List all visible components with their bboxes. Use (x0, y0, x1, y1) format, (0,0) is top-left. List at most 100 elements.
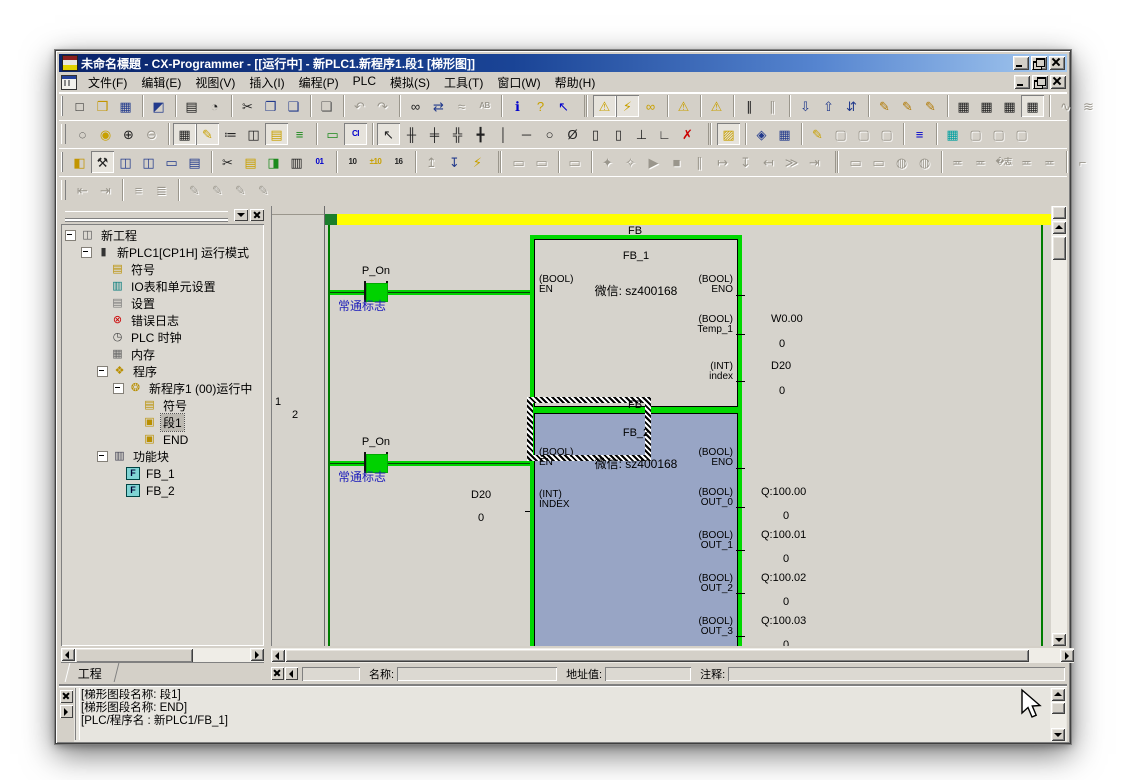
tree-collapse-icon[interactable] (81, 247, 92, 258)
name-field[interactable] (397, 667, 557, 681)
print-preview-icon[interactable]: ◔ (203, 95, 226, 117)
rung2-contact-label[interactable]: P_On (341, 436, 411, 448)
cross-reference-icon[interactable]: ◫ (137, 151, 160, 173)
io-monitor-icon[interactable]: ▦ (941, 123, 964, 145)
vscroll-split-box[interactable] (1052, 206, 1066, 219)
tree-item-section-1[interactable]: ▣段1 (61, 414, 264, 431)
tab-project[interactable]: 工程 (65, 663, 120, 682)
tree-item-memory[interactable]: ▦内存 (61, 346, 264, 363)
io-table-window-icon[interactable]: ◨ (262, 151, 285, 173)
find-icon[interactable]: ∞ (404, 95, 427, 117)
online-edit-begin-icon[interactable]: ✎ (873, 95, 896, 117)
show-grid-icon[interactable]: ▦ (173, 123, 196, 145)
plc-clock-monitor-icon[interactable]: ▨ (717, 123, 740, 145)
transfer-options-icon[interactable]: ⚠ (705, 95, 728, 117)
vertical-line-icon[interactable]: │ (492, 123, 515, 145)
fb2-output-operand[interactable]: Q:100.01 (761, 529, 806, 541)
fb2-instance-name[interactable]: FB_2 (535, 427, 737, 439)
memory-window-icon[interactable]: ▥ (285, 151, 308, 173)
fb1-block[interactable]: FB_1微信: sz400168(BOOL)EN(BOOL)ENO(BOOL)T… (534, 239, 738, 407)
monitor-hex-icon[interactable]: 16 (387, 151, 410, 173)
compile-icon[interactable]: ◩ (147, 95, 170, 117)
fb2-out-port[interactable]: OUT_2 (701, 584, 733, 594)
mdi-restore-button[interactable] (1032, 75, 1048, 89)
toolbar-grip[interactable] (61, 96, 63, 116)
new-icon[interactable]: □ (68, 95, 91, 117)
copy-icon[interactable]: ❐ (259, 95, 282, 117)
fb2-input-operand[interactable]: D20 (471, 489, 491, 501)
tree-item-programs[interactable]: ❖程序 (61, 363, 264, 380)
scroll-right-icon[interactable] (1060, 649, 1074, 662)
local-symbol-table-icon[interactable]: ▤ (239, 151, 262, 173)
fb1-out-port[interactable]: index (709, 372, 733, 382)
data-trace-icon[interactable]: ◈ (750, 123, 773, 145)
zoom-custom-icon[interactable]: ◉ (94, 123, 117, 145)
scroll-down-icon[interactable] (1052, 633, 1066, 646)
address-field[interactable] (605, 667, 691, 681)
tree-item-program-1[interactable]: ❂新程序1 (00)运行中 (61, 380, 264, 397)
new-note-icon[interactable]: ✎ (806, 123, 829, 145)
show-project-workspace-icon[interactable]: ◧ (68, 151, 91, 173)
tree-collapse-icon[interactable] (65, 230, 76, 241)
workspace-menu-button[interactable] (234, 209, 248, 221)
watch-window-4-icon[interactable]: ▦ (1021, 95, 1044, 117)
tree-item-project[interactable]: ◫新工程 (61, 227, 264, 244)
symbol-tree-window-icon[interactable]: ≡ (908, 123, 931, 145)
compare-with-plc-icon[interactable]: ⇵ (840, 95, 863, 117)
ladder-canvas[interactable]: P_On 常通标志 FB_1微信: sz400168(BOOL)EN(BOOL)… (271, 206, 1060, 646)
tree-collapse-icon[interactable] (113, 383, 124, 394)
fb2-input-port[interactable]: INDEX (539, 500, 570, 510)
paste-special-icon[interactable]: ❏ (315, 95, 338, 117)
print-icon[interactable]: ▤ (180, 95, 203, 117)
menu-item[interactable]: 编辑(E) (134, 72, 188, 93)
scroll-up-icon[interactable] (1052, 221, 1066, 234)
show-symbol-bar-icon[interactable]: ▭ (321, 123, 344, 145)
transfer-with-warning-icon[interactable]: ⚠ (672, 95, 695, 117)
cut-icon[interactable]: ✂ (236, 95, 259, 117)
contact-or-no-icon[interactable]: ╬ (446, 123, 469, 145)
tree-item-plc[interactable]: ▮新PLC1[CP1H] 运行模式 (61, 244, 264, 261)
fb2-out-port[interactable]: OUT_0 (701, 498, 733, 508)
zoom-in-icon[interactable]: ⊕ (117, 123, 140, 145)
work-online-icon[interactable]: ⚠ (593, 95, 616, 117)
menu-item[interactable]: 文件(F) (81, 72, 134, 93)
tree-item-fb-2[interactable]: FFB_2 (61, 482, 264, 499)
tree-item-section-end[interactable]: ▣END (61, 431, 264, 448)
address-reference-tool-icon[interactable]: ▭ (160, 151, 183, 173)
toolbar-grip[interactable] (61, 180, 66, 200)
fb1-instance-name[interactable]: FB_1 (535, 250, 737, 262)
fb2-output-operand[interactable]: Q:100.03 (761, 615, 806, 627)
tree-item-settings[interactable]: ▤设置 (61, 295, 264, 312)
address-reference-icon[interactable]: ⇄ (427, 95, 450, 117)
menu-item[interactable]: 插入(I) (242, 72, 291, 93)
binary-monitor-icon[interactable]: 01 (308, 151, 331, 173)
show-instruction-dialog-icon[interactable]: CI (344, 123, 367, 145)
about-icon[interactable]: ℹ (506, 95, 529, 117)
fb2-out-port[interactable]: OUT_3 (701, 627, 733, 637)
fb1-out-port[interactable]: Temp_1 (697, 325, 733, 335)
online-edit-send-icon[interactable]: ✎ (896, 95, 919, 117)
output-vscrollbar[interactable] (1050, 688, 1066, 741)
show-program-comments-icon[interactable]: ▤ (265, 123, 288, 145)
split-window-icon[interactable]: ✂ (216, 151, 239, 173)
tree-item-program-symbols[interactable]: ▤符号 (61, 397, 264, 414)
instruction-block-icon[interactable]: ▯ (584, 123, 607, 145)
output-log[interactable]: [梯形图段名称: 段1][梯形图段名称: END][PLC/程序名 : 新PLC… (81, 689, 1049, 740)
line-end-icon[interactable]: ∟ (653, 123, 676, 145)
mdi-minimize-button[interactable] (1014, 75, 1030, 89)
tree-item-function-blocks[interactable]: ▥功能块 (61, 448, 264, 465)
time-chart-icon[interactable]: ▦ (773, 123, 796, 145)
restore-button[interactable] (1031, 56, 1047, 70)
online-edit-release-icon[interactable]: ✎ (919, 95, 942, 117)
menu-item[interactable]: 模拟(S) (383, 72, 437, 93)
operand-index-field[interactable] (302, 667, 360, 681)
paste-icon[interactable]: ❑ (282, 95, 305, 117)
workspace-grip[interactable] (65, 211, 228, 219)
download-to-plc-icon[interactable]: ⇩ (794, 95, 817, 117)
tree-hscrollbar[interactable] (61, 648, 264, 663)
scroll-left-icon[interactable] (271, 649, 285, 662)
fb2-output-operand[interactable]: Q:100.00 (761, 486, 806, 498)
ladder-hscrollbar[interactable] (271, 648, 1074, 663)
document-icon[interactable] (61, 75, 77, 90)
upload-from-plc-icon[interactable]: ⇧ (817, 95, 840, 117)
